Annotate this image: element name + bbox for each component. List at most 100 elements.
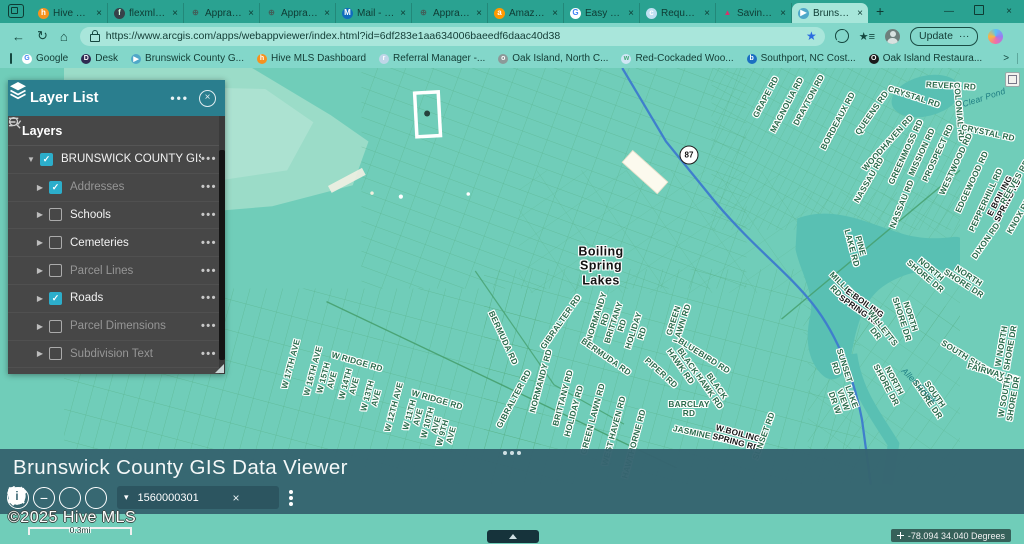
map-canvas[interactable]: REVERE RDCOLONIAL RDCRYSTAL RDCRYSTAL RD…: [0, 68, 1024, 544]
layer-expand-icon[interactable]: ▶: [35, 266, 45, 275]
panel-menu-icon[interactable]: •••: [170, 91, 189, 105]
zoom-out-button[interactable]: −: [33, 487, 55, 509]
browser-tab[interactable]: fflexmls W×: [108, 3, 184, 23]
draw-icon[interactable]: [496, 487, 517, 508]
tab-close-icon[interactable]: ×: [856, 8, 864, 19]
settings-ellipsis-icon[interactable]: ···: [959, 30, 970, 42]
about-icon[interactable]: i: [681, 487, 702, 508]
layer-expand-icon[interactable]: ▶: [35, 183, 45, 192]
layer-checkbox[interactable]: [49, 347, 62, 360]
layer-checkbox[interactable]: [49, 208, 62, 221]
panel-close-icon[interactable]: ×: [199, 90, 216, 107]
layer-expand-icon[interactable]: ▼: [26, 155, 36, 164]
overview-map-icon[interactable]: [1005, 72, 1020, 87]
print-icon[interactable]: [570, 487, 591, 508]
layer-expand-icon[interactable]: ▶: [35, 210, 45, 219]
layer-list-icon[interactable]: [385, 487, 406, 508]
address-bar[interactable]: https://www.arcgis.com/apps/webappviewer…: [80, 27, 825, 46]
share-icon[interactable]: [607, 487, 628, 508]
layer-row[interactable]: ▼✓BRUNSWICK COUNTY GIS•••: [8, 146, 225, 174]
home-button[interactable]: [59, 487, 81, 509]
favorites-icon[interactable]: ★≡: [859, 30, 875, 43]
bookmark-item[interactable]: DDesk: [81, 53, 118, 64]
tab-close-icon[interactable]: ×: [247, 8, 255, 19]
bookmark-item[interactable]: ▶Brunswick County G...: [131, 53, 244, 64]
legend-icon[interactable]: [348, 487, 369, 508]
bookmarks-panel-icon[interactable]: [10, 53, 12, 64]
tab-close-icon[interactable]: ×: [627, 8, 635, 19]
select-icon[interactable]: [459, 487, 480, 508]
scrollbar-thumb[interactable]: [219, 150, 225, 360]
crosshair-icon[interactable]: [897, 532, 904, 539]
browser-tab[interactable]: ⊕Appraisal×: [412, 3, 488, 23]
minimize-button[interactable]: —: [934, 6, 964, 17]
maximize-button[interactable]: [964, 5, 994, 18]
attribute-table-toggle[interactable]: [487, 530, 539, 543]
layer-menu-icon[interactable]: •••: [201, 348, 217, 360]
layer-menu-icon[interactable]: •••: [201, 237, 217, 249]
layer-checkbox[interactable]: ✓: [40, 153, 53, 166]
back-icon[interactable]: ←: [12, 29, 25, 44]
basemap-gallery-icon[interactable]: [311, 487, 332, 508]
bookmark-item[interactable]: wRed-Cockaded Woo...: [621, 53, 733, 64]
browser-tab[interactable]: cRequest fo×: [640, 3, 716, 23]
layer-checkbox[interactable]: [49, 320, 62, 333]
bookmark-item[interactable]: rReferral Manager -...: [379, 53, 485, 64]
search-clear-icon[interactable]: ×: [228, 491, 245, 505]
tab-close-icon[interactable]: ×: [475, 8, 483, 19]
search-source-dropdown-icon[interactable]: ▾: [117, 492, 136, 503]
copilot-icon[interactable]: [988, 29, 1003, 44]
update-button[interactable]: Update ···: [910, 27, 978, 46]
bar-drag-handle[interactable]: [510, 451, 514, 455]
layer-row[interactable]: ▶✓Addresses•••: [8, 174, 225, 202]
bookmarks-overflow-chevron[interactable]: >: [995, 53, 1018, 64]
layer-expand-icon[interactable]: ▶: [35, 322, 45, 331]
browser-tab[interactable]: ▶Brunswick×: [792, 3, 868, 23]
bookmark-item[interactable]: oOak Island, North C...: [498, 53, 608, 64]
browser-tab[interactable]: ⊕Appraisal×: [260, 3, 336, 23]
tab-close-icon[interactable]: ×: [323, 8, 331, 19]
layer-checkbox[interactable]: [49, 264, 62, 277]
parcel-search-box[interactable]: ▾ ×: [117, 486, 279, 509]
tab-close-icon[interactable]: ×: [779, 8, 787, 19]
layer-expand-icon[interactable]: ▶: [35, 294, 45, 303]
bookmark-item[interactable]: hHive MLS Dashboard: [257, 53, 366, 64]
browser-tab[interactable]: MMail - Ma×: [336, 3, 412, 23]
bookmark-item[interactable]: GGoogle: [22, 53, 68, 64]
other-favorites-button[interactable]: Other favorites: [1018, 48, 1024, 70]
panel-resize-handle[interactable]: [215, 364, 224, 373]
bookmark-star-icon[interactable]: ★: [806, 29, 817, 43]
measure-icon[interactable]: [533, 487, 554, 508]
browser-tab[interactable]: ⊕Appraisal×: [184, 3, 260, 23]
tab-close-icon[interactable]: ×: [399, 8, 407, 19]
browser-tab[interactable]: aAmazon F×: [488, 3, 564, 23]
layer-row[interactable]: ▶Cemeteries•••: [8, 229, 225, 257]
tab-close-icon[interactable]: ×: [95, 8, 103, 19]
layer-menu-icon[interactable]: •••: [201, 153, 217, 165]
layer-expand-icon[interactable]: ▶: [35, 349, 45, 358]
browser-tab[interactable]: ▲Savings &×: [716, 3, 792, 23]
layer-row[interactable]: ▶Subdivision Text•••: [8, 341, 225, 369]
layer-row[interactable]: ▶Parcel Lines•••: [8, 257, 225, 285]
more-tools-icon[interactable]: [289, 496, 293, 500]
tab-close-icon[interactable]: ×: [703, 8, 711, 19]
layer-menu-icon[interactable]: •••: [201, 292, 217, 304]
layer-row[interactable]: ▶Parcel Dimensions•••: [8, 313, 225, 341]
close-button[interactable]: ×: [994, 6, 1024, 17]
url-text[interactable]: https://www.arcgis.com/apps/webappviewer…: [106, 30, 800, 42]
layer-row[interactable]: ▶Contours•••: [8, 368, 225, 374]
tab-close-icon[interactable]: ×: [551, 8, 559, 19]
layer-checkbox[interactable]: ✓: [49, 292, 62, 305]
query-icon[interactable]: [422, 487, 443, 508]
tab-close-icon[interactable]: ×: [171, 8, 179, 19]
home-icon[interactable]: ⌂: [60, 29, 68, 44]
tab-actions-icon[interactable]: [8, 4, 24, 18]
split-screen-icon[interactable]: [835, 29, 849, 43]
new-tab-button[interactable]: +: [876, 3, 884, 19]
panel-scrollbar[interactable]: [219, 116, 225, 374]
layer-menu-icon[interactable]: •••: [201, 320, 217, 332]
bookmark-item[interactable]: OOak Island Restaura...: [869, 53, 983, 64]
search-input[interactable]: [136, 491, 228, 505]
profile-avatar[interactable]: [885, 29, 900, 44]
help-icon[interactable]: ?: [644, 487, 665, 508]
